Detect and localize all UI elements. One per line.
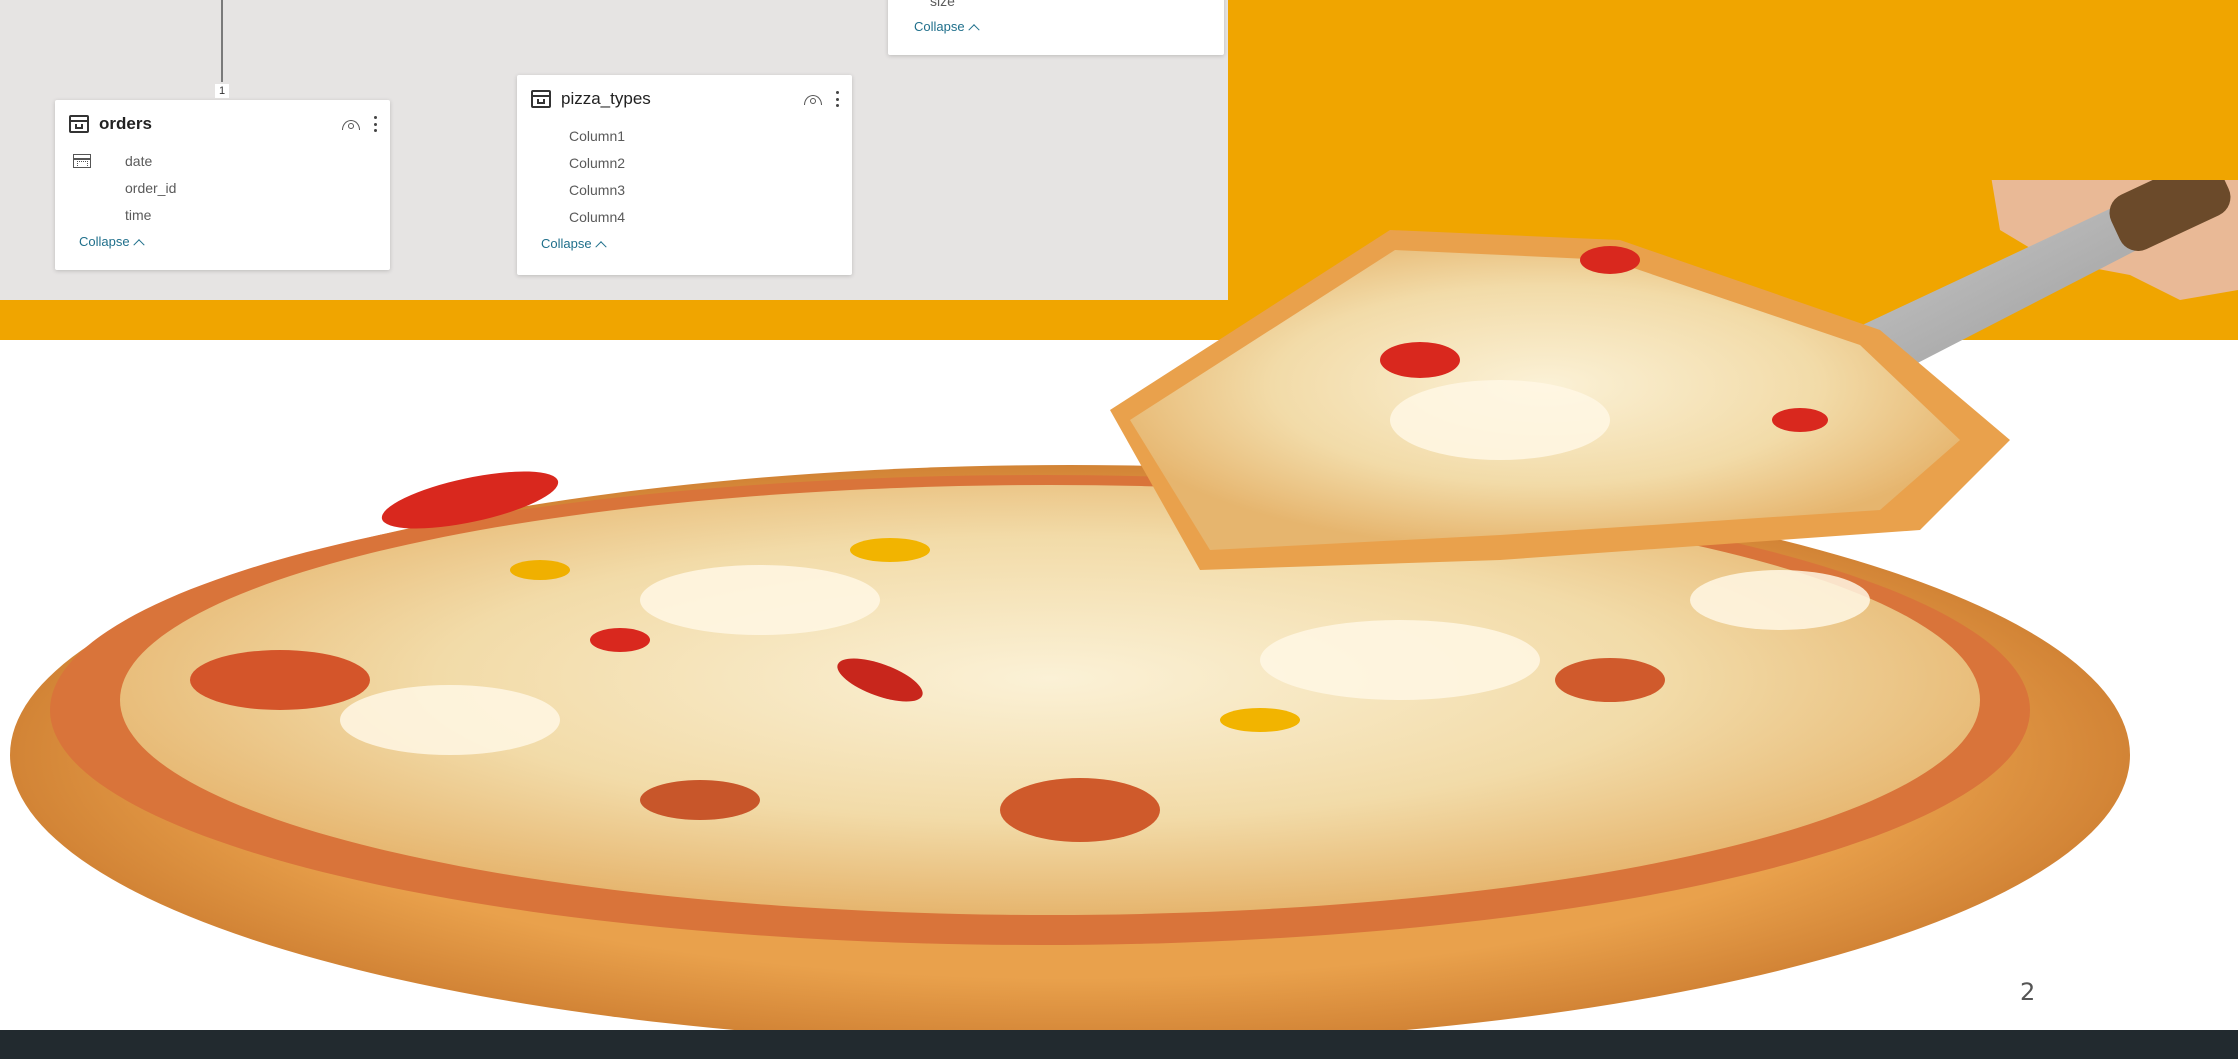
table-card-partial[interactable]: size Collapse: [888, 0, 1224, 55]
footer-bar: [0, 1030, 2238, 1059]
chevron-up-icon: [967, 24, 980, 36]
field-row[interactable]: Column2: [517, 150, 852, 177]
field-row[interactable]: Column1: [517, 123, 852, 150]
pizza-image: [0, 159, 2238, 1059]
more-options-icon[interactable]: [836, 91, 840, 107]
pizza-illustration: [10, 159, 2238, 1045]
visibility-eye-icon[interactable]: [804, 93, 824, 105]
table-title: pizza_types: [561, 89, 651, 108]
field-row[interactable]: date: [55, 148, 390, 175]
table-header[interactable]: orders: [55, 100, 390, 148]
calendar-hierarchy-icon: [73, 154, 91, 168]
field-label: Column2: [569, 155, 626, 171]
collapse-button[interactable]: Collapse: [888, 14, 1224, 40]
table-icon: [531, 90, 551, 108]
field-label: date: [125, 153, 153, 169]
page-number: 2: [2020, 978, 2036, 1006]
field-row[interactable]: size: [888, 0, 1224, 14]
more-options-icon[interactable]: [374, 116, 378, 132]
visibility-eye-icon[interactable]: [342, 118, 362, 130]
collapse-label: Collapse: [914, 19, 965, 34]
field-label: size: [930, 0, 955, 9]
table-icon: [69, 115, 89, 133]
relationship-line[interactable]: [221, 0, 223, 82]
field-label: Column1: [569, 128, 626, 144]
table-title: orders: [99, 114, 152, 133]
table-header[interactable]: pizza_types: [517, 75, 852, 123]
relationship-cardinality: 1: [215, 84, 229, 98]
